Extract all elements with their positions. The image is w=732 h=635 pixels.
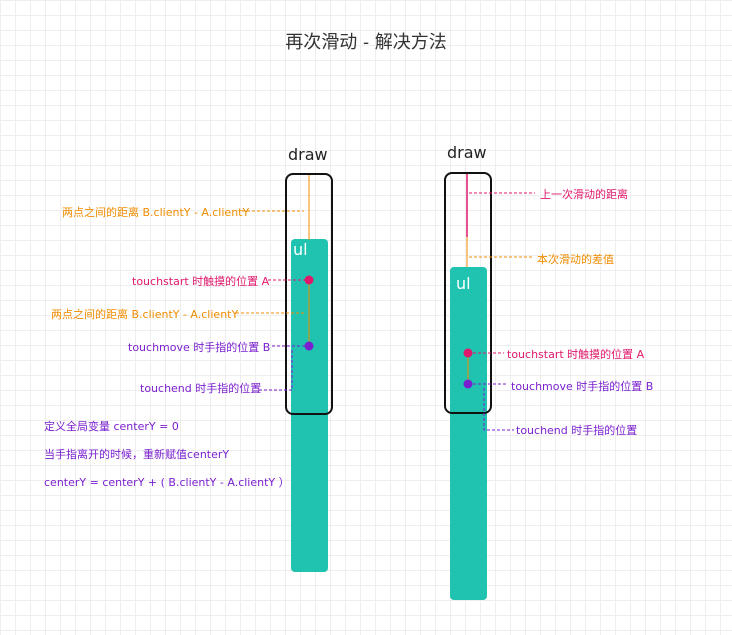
left-touchend-leader	[259, 348, 293, 391]
connector-layer	[236, 174, 535, 431]
right-touchmove-point	[463, 379, 473, 389]
left-touchstart-point	[304, 275, 314, 285]
right-touchend-leader	[483, 388, 514, 431]
right-touchstart-point	[463, 348, 473, 358]
left-touchmove-point	[304, 341, 314, 351]
